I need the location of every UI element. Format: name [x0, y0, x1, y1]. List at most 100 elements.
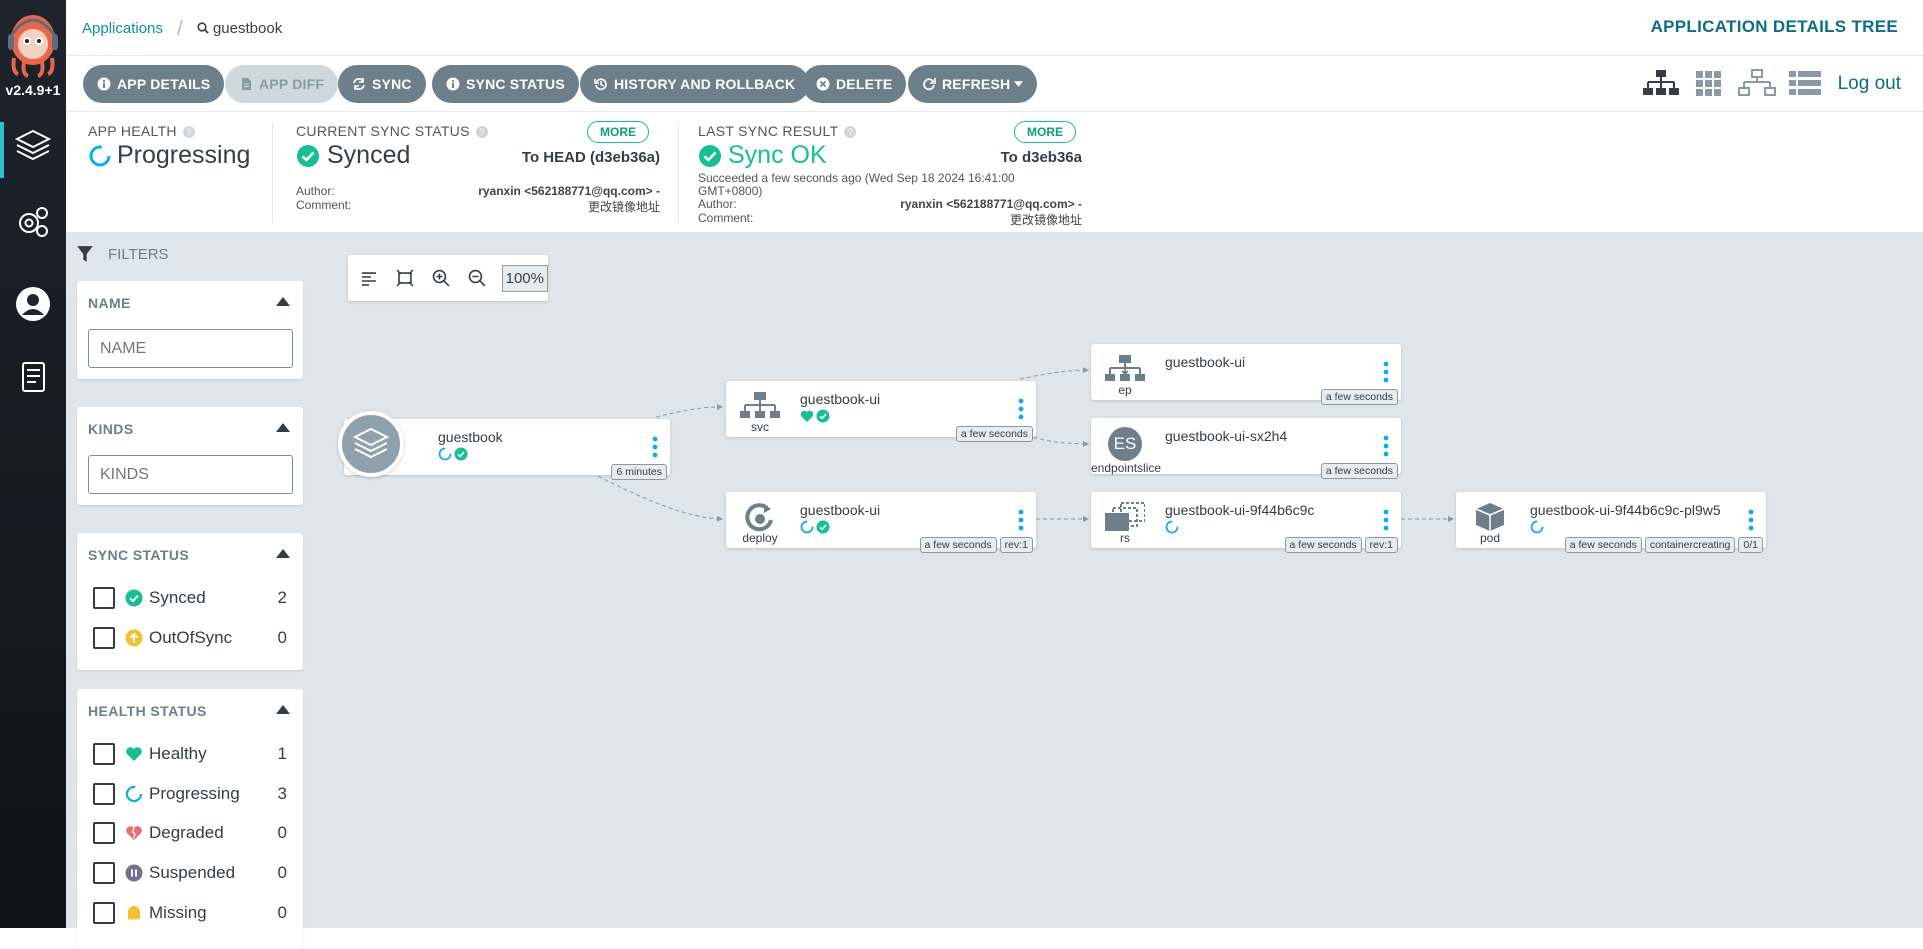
last-sync-timezone: GMT+0800) [698, 184, 762, 198]
filter-option-degraded[interactable]: Degraded 0 [93, 820, 287, 846]
node-name: guestbook [438, 429, 503, 445]
help-icon[interactable]: ? [844, 126, 856, 138]
more-vertical-icon[interactable] [1018, 397, 1024, 421]
resource-node-service[interactable]: svc guestbook-ui a few seconds [726, 381, 1036, 437]
checkbox[interactable] [93, 822, 115, 844]
last-sync-more-button[interactable]: MORE [1014, 121, 1076, 143]
tree-view-icon[interactable] [1642, 67, 1680, 101]
breadcrumb-applications-link[interactable]: Applications [82, 20, 163, 37]
node-tags: a few seconds [956, 426, 1033, 442]
gears-icon[interactable] [14, 203, 52, 241]
filter-option-count: 2 [278, 588, 287, 608]
argo-logo-icon[interactable] [6, 10, 60, 78]
breadcrumb-current: guestbook [213, 20, 282, 37]
resource-node-endpointslice[interactable]: ES endpointslice guestbook-ui-sx2h4 a fe… [1091, 418, 1401, 474]
progressing-icon [1165, 520, 1179, 534]
check-circle-icon [698, 144, 722, 168]
filter-option-progressing[interactable]: Progressing 3 [93, 781, 287, 807]
sync-status-label: SYNC STATUS [466, 76, 565, 92]
filter-option-label: Healthy [149, 744, 207, 764]
filter-option-outofsync[interactable]: OutOfSync 0 [93, 625, 287, 651]
version-label: v2.4.9+1 [0, 82, 66, 98]
more-vertical-icon[interactable] [1383, 434, 1389, 458]
collapse-triangle-icon[interactable] [276, 423, 290, 432]
refresh-button[interactable]: REFRESH [908, 65, 1037, 103]
filter-option-suspended[interactable]: Suspended 0 [93, 860, 287, 886]
logout-link[interactable]: Log out [1838, 73, 1901, 95]
filter-option-label: OutOfSync [149, 628, 232, 648]
resource-tree-canvas[interactable]: 100% guestbook 6 minutes [330, 233, 1923, 928]
checkbox[interactable] [93, 783, 115, 805]
checkbox[interactable] [93, 862, 115, 884]
sync-status-button[interactable]: SYNC STATUS [432, 65, 579, 103]
filter-option-count: 0 [278, 823, 287, 843]
filter-option-label: Synced [149, 588, 206, 608]
progressing-icon [1530, 520, 1544, 534]
filter-option-count: 1 [278, 744, 287, 764]
filter-option-label: Progressing [149, 784, 240, 804]
filter-option-missing[interactable]: Missing 0 [93, 900, 287, 926]
current-sync-comment: 更改镜像地址 [588, 198, 660, 215]
resource-node-replicaset[interactable]: rs guestbook-ui-9f44b6c9c a few seconds … [1091, 492, 1401, 548]
zoom-in-icon[interactable] [430, 267, 452, 289]
checkbox[interactable] [93, 902, 115, 924]
node-age-tag: a few seconds [1321, 389, 1398, 405]
current-sync-panel[interactable]: CURRENT SYNC STATUS ? MORE Synced To HEA… [296, 113, 660, 231]
check-circle-icon [454, 447, 468, 461]
sync-button[interactable]: SYNC [338, 65, 426, 103]
current-sync-more-button[interactable]: MORE [587, 121, 649, 143]
application-icon[interactable] [338, 411, 404, 477]
sync-status-filter-header: SYNC STATUS [88, 547, 189, 563]
list-view-icon[interactable] [1786, 67, 1824, 101]
app-diff-button[interactable]: APP DIFF [225, 65, 338, 103]
last-sync-panel[interactable]: LAST SYNC RESULT ? MORE Sync OK To d3eb3… [698, 113, 1082, 231]
pods-view-icon[interactable] [1690, 67, 1728, 101]
node-tags: a few seconds rev:1 [920, 537, 1033, 553]
checkbox[interactable] [93, 743, 115, 765]
user-circle-icon[interactable] [14, 285, 52, 323]
filter-option-synced[interactable]: Synced 2 [93, 585, 287, 611]
more-vertical-icon[interactable] [1383, 508, 1389, 532]
node-kind: pod [1456, 531, 1524, 545]
author-label: Author: [296, 184, 335, 198]
more-vertical-icon[interactable] [1018, 508, 1024, 532]
kinds-filter-input[interactable] [88, 455, 293, 494]
filters-title: FILTERS [108, 246, 169, 263]
node-revision-tag: rev:1 [1000, 537, 1033, 553]
last-sync-author: ryanxin <562188771@qq.com> - [900, 197, 1082, 211]
collapse-triangle-icon[interactable] [276, 549, 290, 558]
service-icon [740, 391, 780, 421]
app-details-label: APP DETAILS [117, 76, 210, 92]
collapse-triangle-icon[interactable] [276, 705, 290, 714]
zoom-level[interactable]: 100% [502, 265, 548, 292]
name-filter-input[interactable] [88, 329, 293, 368]
align-left-icon[interactable] [358, 267, 380, 289]
delete-button[interactable]: DELETE [802, 65, 906, 103]
filter-option-healthy[interactable]: Healthy 1 [93, 741, 287, 767]
history-rollback-button[interactable]: HISTORY AND ROLLBACK [580, 65, 809, 103]
fit-screen-icon[interactable] [394, 267, 416, 289]
help-icon[interactable]: ? [476, 126, 488, 138]
progressing-icon [800, 520, 814, 534]
app-health-panel[interactable]: APP HEALTH ? Progressing [88, 113, 268, 231]
node-age-tag: a few seconds [1565, 537, 1642, 553]
node-tags: a few seconds [1321, 463, 1398, 479]
layers-icon[interactable] [14, 126, 52, 164]
collapse-triangle-icon[interactable] [276, 297, 290, 306]
zoom-out-icon[interactable] [466, 267, 488, 289]
checkbox[interactable] [93, 627, 115, 649]
sync-icon [352, 77, 366, 91]
node-kind: svc [726, 420, 794, 434]
help-icon[interactable]: ? [183, 126, 195, 138]
endpoints-icon [1105, 354, 1145, 384]
resource-node-endpoints[interactable]: ep guestbook-ui a few seconds [1091, 344, 1401, 400]
resource-node-pod[interactable]: pod guestbook-ui-9f44b6c9c-pl9w5 a few s… [1456, 492, 1766, 548]
book-icon[interactable] [14, 358, 52, 396]
app-details-button[interactable]: APP DETAILS [83, 65, 224, 103]
checkbox[interactable] [93, 587, 115, 609]
resource-node-deployment[interactable]: deploy guestbook-ui a few seconds rev:1 [726, 492, 1036, 548]
more-vertical-icon[interactable] [1748, 508, 1754, 532]
more-vertical-icon[interactable] [1383, 360, 1389, 384]
more-vertical-icon[interactable] [652, 435, 658, 459]
network-view-icon[interactable] [1738, 67, 1776, 101]
